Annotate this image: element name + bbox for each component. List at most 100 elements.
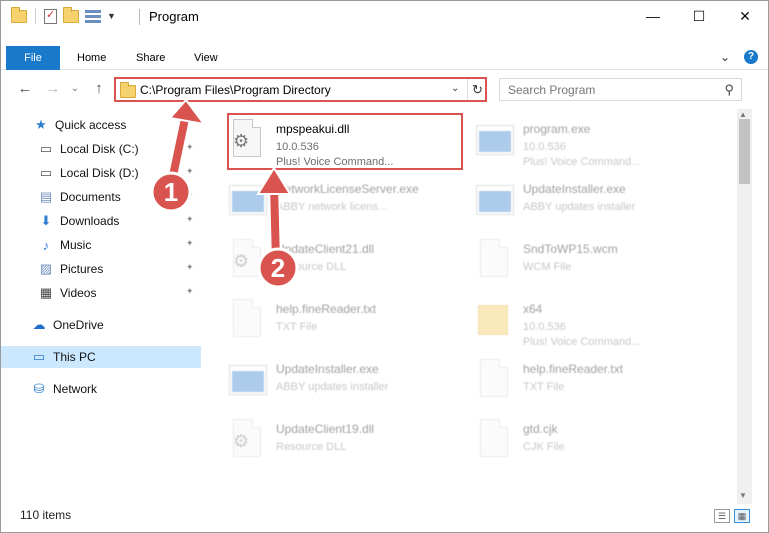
properties-icon[interactable] xyxy=(44,8,57,24)
sidebar-item-icon: ▤ xyxy=(39,189,53,204)
sidebar-item-6[interactable]: ▨ Pictures ✦ xyxy=(1,258,201,280)
status-bar: 110 items ☰ ▦ xyxy=(1,504,768,532)
file-name: SndToWP15.wcm xyxy=(523,242,618,256)
new-folder-icon[interactable] xyxy=(63,6,79,23)
pin-icon[interactable]: ✦ xyxy=(186,190,194,201)
tab-view[interactable]: View xyxy=(194,46,218,70)
scroll-up-icon[interactable]: ▲ xyxy=(739,110,747,119)
details-view-icon[interactable]: ☰ xyxy=(714,509,730,523)
sidebar-item-1[interactable]: ▭ Local Disk (C:) ✦ xyxy=(1,138,201,160)
file-tile[interactable]: help.fineReader.txt TXT File xyxy=(456,355,701,411)
toolbar-separator xyxy=(35,8,36,24)
sidebar-item-label: This PC xyxy=(53,350,96,364)
sidebar-item-2[interactable]: ▭ Local Disk (D:) ✦ xyxy=(1,162,201,184)
document-icon xyxy=(476,239,512,283)
pin-icon[interactable]: ✦ xyxy=(186,142,194,153)
sidebar-item-icon: ▭ xyxy=(32,349,46,364)
file-tile[interactable]: SndToWP15.wcm WCM File xyxy=(456,235,701,291)
refresh-icon[interactable]: ↻ xyxy=(467,79,487,100)
file-tile[interactable]: ⚙ UpdateClient19.dll Resource DLL xyxy=(209,415,454,471)
document-icon xyxy=(476,359,512,403)
address-folder-icon xyxy=(120,82,136,98)
address-dropdown-chevron-icon[interactable]: ⌄ xyxy=(451,83,459,94)
file-meta: TXT File xyxy=(523,381,565,393)
file-explorer-window: ▼ Program — ☐ ✕ File Home Share View ⌄ ?… xyxy=(0,0,769,533)
tab-home[interactable]: Home xyxy=(77,46,106,70)
pin-icon[interactable]: ✦ xyxy=(186,166,194,177)
pin-icon[interactable]: ✦ xyxy=(186,262,194,273)
back-arrow-icon[interactable]: ← xyxy=(15,79,35,99)
customize-toolbar-chevron-icon[interactable]: ▼ xyxy=(107,11,116,21)
file-tile[interactable]: x64 10.0.536 Plus! Voice Command... xyxy=(456,295,701,351)
sidebar-item-0[interactable]: ★ Quick access xyxy=(1,114,201,136)
minimize-button[interactable]: — xyxy=(630,1,676,31)
sidebar-item-label: Local Disk (C:) xyxy=(60,142,139,156)
scrollbar-thumb[interactable] xyxy=(739,119,750,184)
address-bar[interactable]: C:\Program Files\Program Directory ⌄ ↻ xyxy=(114,77,487,102)
maximize-button[interactable]: ☐ xyxy=(676,1,722,31)
folder-icon[interactable] xyxy=(11,6,27,23)
navigation-pane-scrollbar[interactable] xyxy=(201,109,209,504)
sidebar-item-4[interactable]: ⬇ Downloads ✦ xyxy=(1,210,201,232)
search-input[interactable]: Search Program xyxy=(508,83,595,97)
file-meta: Resource DLL xyxy=(276,441,347,453)
view-options-icon[interactable] xyxy=(85,9,101,23)
file-meta: ABBY updates installer xyxy=(523,201,636,213)
sidebar-item-label: Music xyxy=(60,238,92,252)
folder-icon xyxy=(476,299,512,343)
scroll-down-icon[interactable]: ▼ xyxy=(739,491,747,500)
window-controls: — ☐ ✕ xyxy=(630,1,768,31)
document-icon xyxy=(476,419,512,463)
tiles-view-icon[interactable]: ▦ xyxy=(734,509,750,523)
sidebar-item-8[interactable]: ☁ OneDrive xyxy=(1,314,201,336)
sidebar-item-label: Pictures xyxy=(60,262,104,276)
file-tile[interactable]: NetworkLicenseServer.exe ABBY network lic… xyxy=(209,175,454,231)
forward-arrow-icon[interactable]: → xyxy=(43,79,63,99)
document-icon xyxy=(229,299,265,343)
file-meta: 10.0.536 xyxy=(523,141,566,153)
up-arrow-icon[interactable]: ↑ xyxy=(89,79,109,99)
sidebar-item-icon: ▦ xyxy=(39,285,53,300)
file-name: x64 xyxy=(523,302,543,316)
file-tile[interactable]: ⚙ UpdateClient21.dll Resource DLL xyxy=(209,235,454,291)
file-meta: 10.0.536 xyxy=(523,321,566,333)
pin-icon[interactable]: ✦ xyxy=(186,286,194,297)
recent-locations-chevron-icon[interactable]: ⌄ xyxy=(65,79,85,99)
sidebar-item-7[interactable]: ▦ Videos ✦ xyxy=(1,282,201,304)
pin-icon[interactable]: ✦ xyxy=(186,214,194,225)
file-tile[interactable]: help.fineReader.txt TXT File xyxy=(209,295,454,351)
quick-access-toolbar: ▼ xyxy=(11,6,116,24)
file-meta: ABBY network licens... xyxy=(276,201,388,213)
file-tile[interactable]: program.exe 10.0.536 Plus! Voice Command..… xyxy=(456,115,701,171)
application-icon xyxy=(476,179,514,223)
file-meta: CJK File xyxy=(523,441,565,453)
search-icon[interactable]: ⚲ xyxy=(724,82,734,98)
help-icon[interactable]: ? xyxy=(744,50,758,64)
sidebar-item-icon: ▨ xyxy=(39,261,53,276)
navigation-bar: ← → ⌄ ↑ C:\Program Files\Program Directo… xyxy=(1,75,768,103)
sidebar-item-3[interactable]: ▤ Documents ✦ xyxy=(1,186,201,208)
tab-file[interactable]: File xyxy=(6,46,60,70)
address-path[interactable]: C:\Program Files\Program Directory xyxy=(140,83,331,97)
file-description: Plus! Voice Command... xyxy=(523,156,641,168)
file-tile[interactable]: UpdateInstaller.exe ABBY updates installe… xyxy=(456,175,701,231)
sidebar-item-5[interactable]: ♪ Music ✦ xyxy=(1,234,201,256)
vertical-scrollbar[interactable]: ▲ ▼ xyxy=(737,109,752,504)
file-tile[interactable]: UpdateInstaller.exe ABBY updates installe… xyxy=(209,355,454,411)
file-meta: WCM File xyxy=(523,261,572,273)
view-switcher: ☰ ▦ xyxy=(714,509,750,523)
sidebar-item-icon: ★ xyxy=(35,117,47,132)
sidebar-item-icon: ☁ xyxy=(32,317,46,332)
pin-icon[interactable]: ✦ xyxy=(186,238,194,249)
sidebar-item-10[interactable]: ⛁ Network xyxy=(1,378,201,400)
expand-ribbon-chevron-icon[interactable]: ⌄ xyxy=(720,50,730,64)
sidebar-item-icon: ♪ xyxy=(42,237,50,253)
search-box[interactable]: Search Program ⚲ xyxy=(499,78,742,101)
sidebar-item-label: Documents xyxy=(60,190,121,204)
file-tile[interactable]: gtd.cjk CJK File xyxy=(456,415,701,471)
file-name: NetworkLicenseServer.exe xyxy=(276,182,419,196)
close-button[interactable]: ✕ xyxy=(722,1,768,31)
sidebar-item-9[interactable]: ▭ This PC xyxy=(1,346,201,368)
tab-share[interactable]: Share xyxy=(136,46,165,70)
file-name: gtd.cjk xyxy=(523,422,558,436)
